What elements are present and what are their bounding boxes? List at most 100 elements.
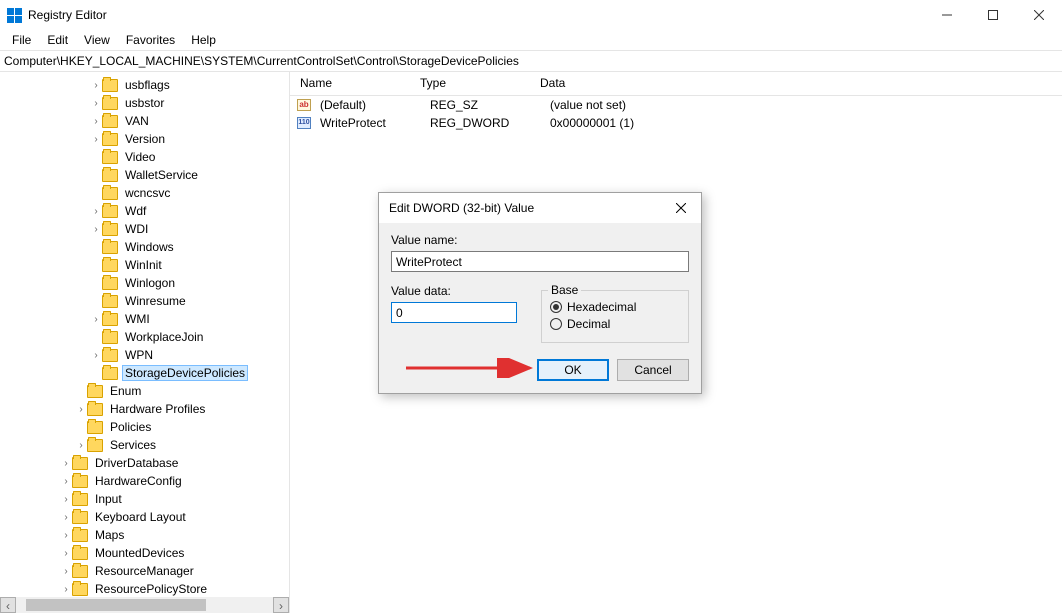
tree-node[interactable]: WalletService [0, 166, 289, 184]
ok-button[interactable]: OK [537, 359, 609, 381]
tree-node-label: usbstor [122, 95, 167, 111]
expand-icon[interactable]: › [60, 458, 72, 469]
tree-node-label: Wdf [122, 203, 149, 219]
col-name[interactable]: Name [290, 72, 410, 95]
tree-node-label: VAN [122, 113, 152, 129]
col-data[interactable]: Data [530, 72, 1062, 95]
list-header[interactable]: Name Type Data [290, 72, 1062, 96]
expand-icon[interactable]: › [90, 224, 102, 235]
expand-icon[interactable]: › [60, 548, 72, 559]
tree-node[interactable]: ›Input [0, 490, 289, 508]
value-name-input[interactable] [391, 251, 689, 272]
folder-icon [87, 421, 103, 434]
tree-node[interactable]: › usbstor [0, 94, 289, 112]
tree-node-label: Services [107, 437, 159, 453]
tree-node[interactable]: ›WPN [0, 346, 289, 364]
expand-icon[interactable]: › [90, 98, 102, 109]
tree-node-label: Policies [107, 419, 154, 435]
folder-icon [72, 565, 88, 578]
expand-icon[interactable]: › [90, 80, 102, 91]
base-fieldset: Base Hexadecimal Decimal [541, 290, 689, 343]
folder-icon [102, 223, 118, 236]
radio-decimal[interactable]: Decimal [550, 317, 680, 331]
tree-node[interactable]: ›HardwareConfig [0, 472, 289, 490]
expand-icon[interactable]: › [75, 404, 87, 415]
list-row[interactable]: ab(Default)REG_SZ(value not set) [290, 96, 1062, 114]
tree-node[interactable]: ›Version [0, 130, 289, 148]
tree-node-label: Winresume [122, 293, 189, 309]
menu-view[interactable]: View [76, 31, 118, 49]
tree-node[interactable]: WinInit [0, 256, 289, 274]
expand-icon[interactable]: › [60, 530, 72, 541]
cell-type: REG_DWORD [426, 116, 546, 130]
menu-favorites[interactable]: Favorites [118, 31, 183, 49]
tree-node[interactable]: ›Keyboard Layout [0, 508, 289, 526]
tree-node[interactable]: ›usbflags [0, 76, 289, 94]
expand-icon[interactable]: › [75, 440, 87, 451]
expand-icon[interactable]: › [90, 116, 102, 127]
tree-node[interactable]: ›DriverDatabase [0, 454, 289, 472]
tree-node[interactable]: › MountedDevices [0, 544, 289, 562]
tree-node-label: Enum [107, 383, 144, 399]
tree-node[interactable]: › ResourceManager [0, 562, 289, 580]
menu-file[interactable]: File [4, 31, 39, 49]
tree-node[interactable]: Windows [0, 238, 289, 256]
cell-data: (value not set) [546, 98, 1062, 112]
col-type[interactable]: Type [410, 72, 530, 95]
scroll-right-button[interactable]: › [273, 597, 289, 613]
expand-icon[interactable]: › [90, 350, 102, 361]
tree-node[interactable]: Policies [0, 418, 289, 436]
tree-node-label: MountedDevices [92, 545, 187, 561]
expand-icon[interactable]: › [60, 494, 72, 505]
scroll-thumb[interactable] [26, 599, 206, 611]
expand-icon[interactable]: › [60, 566, 72, 577]
tree-node[interactable]: ›WDI [0, 220, 289, 238]
expand-icon[interactable]: › [90, 134, 102, 145]
value-data-input[interactable] [391, 302, 517, 323]
tree-node[interactable]: ›WMI [0, 310, 289, 328]
tree-node-label: wcncsvc [122, 185, 173, 201]
tree-node[interactable]: WorkplaceJoin [0, 328, 289, 346]
address-bar[interactable]: Computer\HKEY_LOCAL_MACHINE\SYSTEM\Curre… [0, 50, 1062, 72]
folder-icon [102, 367, 118, 380]
tree-node[interactable]: Enum [0, 382, 289, 400]
tree-node[interactable]: Winresume [0, 292, 289, 310]
tree-node[interactable]: wcncsvc [0, 184, 289, 202]
menu-edit[interactable]: Edit [39, 31, 76, 49]
tree-node[interactable]: Video [0, 148, 289, 166]
expand-icon[interactable]: › [90, 314, 102, 325]
close-button[interactable] [1016, 0, 1062, 30]
tree-node[interactable]: ›Hardware Profiles [0, 400, 289, 418]
tree-node[interactable]: › ResourcePolicyStore [0, 580, 289, 597]
registry-tree[interactable]: ›usbflags›usbstor›VAN›VersionVideoWallet… [0, 72, 289, 597]
cancel-button[interactable]: Cancel [617, 359, 689, 381]
folder-icon [72, 475, 88, 488]
expand-icon[interactable]: › [60, 476, 72, 487]
tree-node[interactable]: ›Maps [0, 526, 289, 544]
folder-icon [102, 259, 118, 272]
dialog-titlebar[interactable]: Edit DWORD (32-bit) Value [379, 193, 701, 223]
tree-node-label: StorageDevicePolicies [122, 365, 248, 381]
tree-node[interactable]: › Services [0, 436, 289, 454]
radio-hexadecimal[interactable]: Hexadecimal [550, 300, 680, 314]
expand-icon[interactable]: › [60, 584, 72, 595]
tree-node-label: ResourcePolicyStore [92, 581, 210, 597]
cell-data: 0x00000001 (1) [546, 116, 1062, 130]
tree-node[interactable]: StorageDevicePolicies [0, 364, 289, 382]
tree-node[interactable]: › VAN [0, 112, 289, 130]
minimize-button[interactable] [924, 0, 970, 30]
scroll-track[interactable] [16, 597, 273, 613]
scroll-left-button[interactable]: ‹ [0, 597, 16, 613]
horizontal-scrollbar[interactable]: ‹ › [0, 597, 289, 613]
tree-node[interactable]: Winlogon [0, 274, 289, 292]
folder-icon [72, 583, 88, 596]
list-row[interactable]: 110WriteProtectREG_DWORD0x00000001 (1) [290, 114, 1062, 132]
menu-help[interactable]: Help [183, 31, 224, 49]
expand-icon[interactable]: › [90, 206, 102, 217]
dialog-close-button[interactable] [661, 193, 701, 223]
tree-node[interactable]: › Wdf [0, 202, 289, 220]
expand-icon[interactable]: › [60, 512, 72, 523]
maximize-button[interactable] [970, 0, 1016, 30]
folder-icon [102, 295, 118, 308]
tree-node-label: ResourceManager [92, 563, 197, 579]
